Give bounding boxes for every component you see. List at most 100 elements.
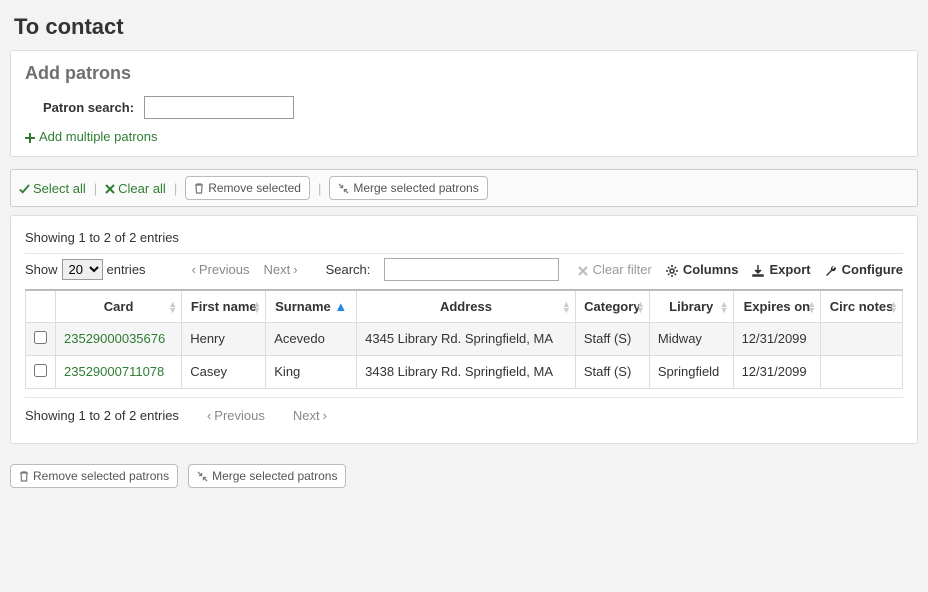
download-icon: [752, 262, 764, 277]
columns-label: Columns: [683, 262, 739, 277]
export-label: Export: [769, 262, 810, 277]
cell-surname: King: [266, 356, 357, 389]
col-header-circ-notes[interactable]: Circ notes▲▼: [821, 290, 903, 323]
col-header-surname[interactable]: Surname ▲: [266, 290, 357, 323]
merge-selected-button[interactable]: Merge selected patrons: [329, 176, 487, 200]
configure-button[interactable]: Configure: [825, 262, 903, 277]
table-row: 23529000035676 Henry Acevedo 4345 Librar…: [26, 323, 903, 356]
patrons-table-panel: Showing 1 to 2 of 2 entries Show 20 entr…: [10, 215, 918, 444]
previous-label: Previous: [214, 408, 265, 423]
cell-category: Staff (S): [575, 356, 649, 389]
wrench-icon: [825, 262, 837, 277]
chevron-right-icon: ›: [293, 262, 297, 277]
plus-icon: [25, 129, 35, 144]
chevron-left-icon: ‹: [207, 408, 211, 423]
x-icon: [105, 181, 115, 196]
col-header-expires[interactable]: Expires on▲▼: [733, 290, 821, 323]
cell-first-name: Casey: [182, 356, 266, 389]
select-all-label: Select all: [33, 181, 86, 196]
sort-icon: ▲▼: [636, 301, 645, 313]
trash-icon: [19, 469, 29, 483]
entries-label: entries: [107, 262, 146, 277]
patron-search-input[interactable]: [144, 96, 294, 119]
next-page-button[interactable]: Next ›: [263, 262, 297, 277]
table-search-label: Search:: [326, 262, 371, 277]
show-label: Show: [25, 262, 58, 277]
cell-circ-notes: [821, 356, 903, 389]
page-title: To contact: [14, 14, 918, 40]
cell-first-name: Henry: [182, 323, 266, 356]
col-header-library[interactable]: Library▲▼: [649, 290, 733, 323]
export-button[interactable]: Export: [752, 262, 810, 277]
chevron-left-icon: ‹: [192, 262, 196, 277]
sort-icon: ▲▼: [720, 301, 729, 313]
sort-icon: ▲▼: [168, 301, 177, 313]
cell-expires: 12/31/2099: [733, 356, 821, 389]
add-patrons-panel: Add patrons Patron search: Add multiple …: [10, 50, 918, 157]
row-checkbox[interactable]: [34, 331, 47, 344]
x-icon: [578, 262, 588, 277]
merge-selected-label: Merge selected patrons: [353, 181, 478, 195]
previous-page-button[interactable]: ‹ Previous: [192, 262, 250, 277]
col-header-address[interactable]: Address▲▼: [357, 290, 576, 323]
cell-category: Staff (S): [575, 323, 649, 356]
chevron-right-icon: ›: [323, 408, 327, 423]
page-size-select[interactable]: 20: [62, 259, 103, 280]
clear-filter-button[interactable]: Clear filter: [578, 262, 652, 277]
table-info: Showing 1 to 2 of 2 entries: [25, 230, 903, 245]
merge-selected-patrons-button[interactable]: Merge selected patrons: [188, 464, 346, 488]
patrons-table: Card▲▼ First name▲▼ Surname ▲ Address▲▼ …: [25, 289, 903, 389]
cell-library: Midway: [649, 323, 733, 356]
gear-icon: [666, 262, 678, 277]
next-label: Next: [263, 262, 290, 277]
col-header-category[interactable]: Category▲▼: [575, 290, 649, 323]
next-label: Next: [293, 408, 320, 423]
add-patrons-heading: Add patrons: [25, 63, 903, 84]
col-header-first-name[interactable]: First name▲▼: [182, 290, 266, 323]
table-row: 23529000711078 Casey King 3438 Library R…: [26, 356, 903, 389]
previous-page-button-bottom[interactable]: ‹ Previous: [207, 408, 265, 423]
next-page-button-bottom[interactable]: Next ›: [293, 408, 327, 423]
cell-expires: 12/31/2099: [733, 323, 821, 356]
separator: |: [316, 181, 323, 196]
footer-actions: Remove selected patrons Merge selected p…: [10, 464, 918, 488]
sort-icon: ▲▼: [252, 301, 261, 313]
table-search-input[interactable]: [384, 258, 559, 281]
check-icon: [19, 181, 30, 196]
cell-surname: Acevedo: [266, 323, 357, 356]
trash-icon: [194, 181, 204, 195]
selection-toolbar: Select all | Clear all | Remove selected…: [10, 169, 918, 207]
row-checkbox[interactable]: [34, 364, 47, 377]
table-info-bottom: Showing 1 to 2 of 2 entries: [25, 408, 179, 423]
clear-filter-label: Clear filter: [593, 262, 652, 277]
separator: |: [92, 181, 99, 196]
columns-button[interactable]: Columns: [666, 262, 739, 277]
clear-all-label: Clear all: [118, 181, 166, 196]
remove-selected-label: Remove selected: [208, 181, 301, 195]
select-all-button[interactable]: Select all: [19, 181, 86, 196]
remove-selected-button[interactable]: Remove selected: [185, 176, 310, 200]
clear-all-button[interactable]: Clear all: [105, 181, 166, 196]
card-link[interactable]: 23529000035676: [64, 331, 165, 346]
compress-icon: [197, 469, 208, 483]
cell-address: 4345 Library Rd. Springfield, MA: [357, 323, 576, 356]
sort-icon: ▲▼: [807, 301, 816, 313]
compress-icon: [338, 181, 349, 195]
previous-label: Previous: [199, 262, 250, 277]
remove-selected-patrons-label: Remove selected patrons: [33, 469, 169, 483]
card-link[interactable]: 23529000711078: [64, 364, 164, 379]
patron-search-label: Patron search:: [43, 100, 134, 115]
cell-library: Springfield: [649, 356, 733, 389]
cell-circ-notes: [821, 323, 903, 356]
add-multiple-label: Add multiple patrons: [39, 129, 158, 144]
col-header-card[interactable]: Card▲▼: [56, 290, 182, 323]
sort-icon: ▲▼: [562, 301, 571, 313]
remove-selected-patrons-button[interactable]: Remove selected patrons: [10, 464, 178, 488]
col-checkbox: [26, 290, 56, 323]
merge-selected-patrons-label: Merge selected patrons: [212, 469, 337, 483]
configure-label: Configure: [842, 262, 903, 277]
separator: |: [172, 181, 179, 196]
sort-icon: ▲▼: [889, 301, 898, 313]
add-multiple-patrons-link[interactable]: Add multiple patrons: [25, 129, 158, 144]
cell-address: 3438 Library Rd. Springfield, MA: [357, 356, 576, 389]
